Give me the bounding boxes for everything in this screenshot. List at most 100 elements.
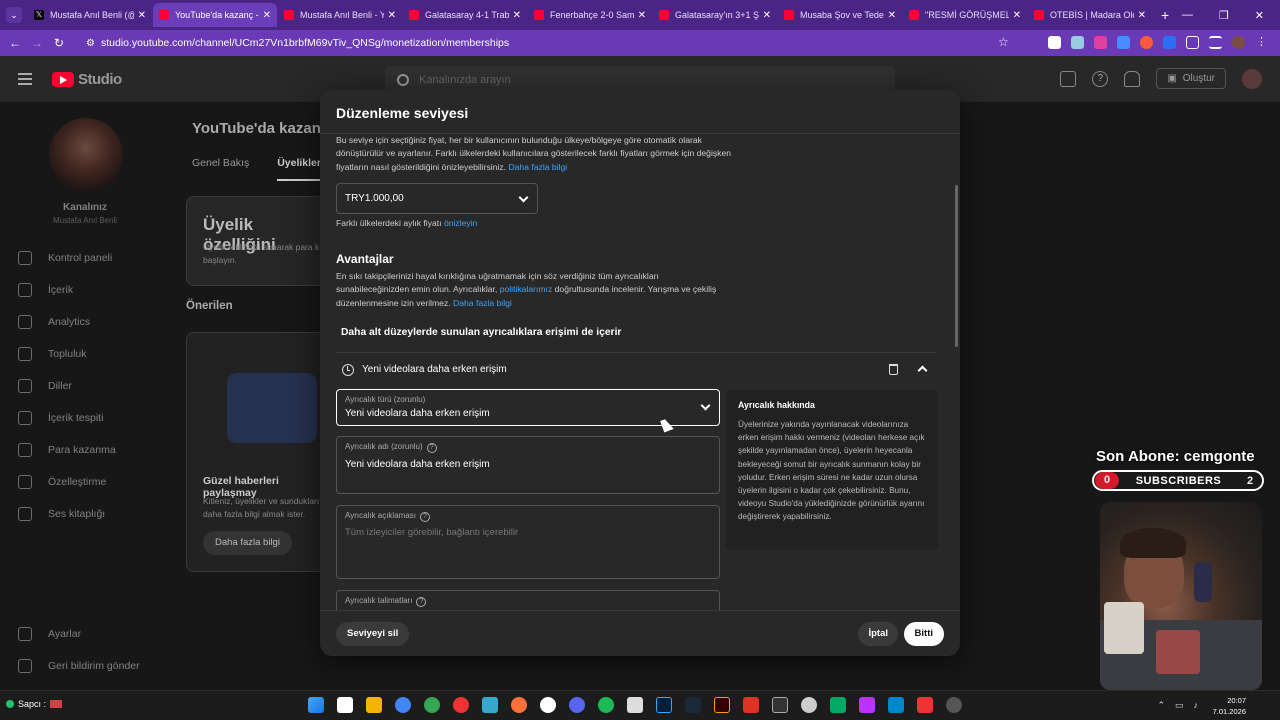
help-circle-icon[interactable]: ? (416, 597, 427, 607)
cancel-button[interactable]: İptal (858, 622, 898, 646)
sidebar-item[interactable]: Topluluk (0, 338, 170, 370)
trash-icon[interactable] (889, 364, 898, 375)
app-icon[interactable] (482, 697, 498, 713)
sidebar-item[interactable]: İçerik (0, 274, 170, 306)
extension-icon[interactable] (1048, 36, 1061, 49)
network-icon[interactable]: ▭ (1175, 700, 1184, 711)
comments-icon[interactable] (1060, 70, 1077, 87)
extension-icon[interactable] (1140, 36, 1153, 49)
perk-name-field[interactable]: Ayrıcalık adı (zorunlu)? Yeni videolara … (336, 436, 720, 494)
reload-button[interactable]: ↻ (48, 36, 70, 50)
app-icon[interactable] (830, 697, 846, 713)
done-button[interactable]: Bitti (903, 622, 944, 646)
sidebar-item[interactable]: Özelleştirme (0, 466, 170, 498)
tab-search-button[interactable]: ⌄ (6, 7, 22, 23)
app-icon[interactable] (859, 697, 875, 713)
restore-button[interactable]: ❐ (1219, 9, 1229, 22)
learn-more-link[interactable]: Daha fazla bilgi (508, 162, 567, 172)
create-button[interactable]: ▣ Oluştur (1156, 68, 1226, 89)
browser-tab[interactable]: Musaba Şov ve Teder ✕ (778, 3, 902, 27)
extension-icon[interactable] (1163, 36, 1176, 49)
volume-icon[interactable]: ♪ (1194, 700, 1199, 711)
task-view-icon[interactable] (337, 697, 353, 713)
forward-button[interactable]: → (26, 36, 48, 50)
obs-icon[interactable] (946, 697, 962, 713)
channel-avatar[interactable] (49, 118, 123, 192)
channel-search[interactable]: Kanalınızda arayın (385, 66, 895, 93)
extension-icon[interactable] (1094, 36, 1107, 49)
help-circle-icon[interactable]: ? (419, 512, 430, 522)
steam-icon[interactable] (685, 697, 701, 713)
delete-level-button[interactable]: Seviyeyi sil (336, 622, 410, 646)
address-bar[interactable]: ⚙ studio.youtube.com/channel/UCm27Vn1brb… (78, 33, 1018, 53)
close-window-button[interactable]: ✕ (1255, 9, 1264, 22)
browser-tab[interactable]: Galatasaray'ın 3+1 Şi ✕ (653, 3, 777, 27)
browser-tab[interactable]: "RESMİ GÖRÜŞMELER ✕ (903, 3, 1027, 27)
help-icon[interactable]: ? (1092, 70, 1109, 87)
dialog-scroll-area[interactable]: Bu seviye için seçtiğiniz fiyat, her bir… (320, 134, 960, 610)
close-tab-icon[interactable]: ✕ (638, 10, 646, 21)
back-button[interactable]: ← (4, 36, 26, 50)
yandex-icon[interactable] (540, 697, 556, 713)
site-info-icon[interactable]: ⚙ (86, 38, 95, 49)
perk-description-field[interactable]: Ayrıcalık açıklaması? Tüm izleyiciler gö… (336, 505, 720, 579)
browser-tab[interactable]: Galatasaray 4-1 Trabz ✕ (403, 3, 527, 27)
sidebar-item[interactable]: Diller (0, 370, 170, 402)
close-tab-icon[interactable]: ✕ (1013, 10, 1021, 21)
new-tab-button[interactable]: + (1161, 7, 1169, 23)
close-tab-icon[interactable]: ✕ (388, 10, 396, 21)
capcut-icon[interactable] (627, 697, 643, 713)
perk-header[interactable]: Yeni videolara daha erken erişim (336, 352, 936, 386)
close-tab-icon[interactable]: ✕ (888, 10, 896, 21)
app-icon[interactable] (772, 697, 788, 713)
start-icon[interactable] (308, 697, 324, 713)
discord-icon[interactable] (569, 697, 585, 713)
learn-more-button[interactable]: Daha fazla bilgi (203, 531, 292, 555)
browser-tab[interactable]: Mustafa Anıl Benli - Y ✕ (278, 3, 402, 27)
extension-icon[interactable] (1071, 36, 1084, 49)
reading-list-icon[interactable] (1209, 36, 1222, 49)
help-circle-icon[interactable]: ? (426, 443, 437, 453)
illustrator-icon[interactable] (714, 697, 730, 713)
app-icon[interactable] (888, 697, 904, 713)
firefox-icon[interactable] (511, 697, 527, 713)
chevron-up-icon[interactable] (917, 365, 928, 376)
browser-tab[interactable]: 𝕏 Mustafa Anıl Benli (@ ✕ (28, 3, 152, 27)
file-explorer-icon[interactable] (366, 697, 382, 713)
sidebar-item[interactable]: İçerik tespiti (0, 402, 170, 434)
account-avatar[interactable] (1242, 68, 1262, 89)
sidebar-item[interactable]: Analytics (0, 306, 170, 338)
weather-widget[interactable]: Sapcı : (6, 699, 63, 709)
chrome-icon[interactable] (424, 697, 440, 713)
sidebar-item[interactable]: Ses kitaplığı (0, 498, 170, 530)
close-tab-icon[interactable]: ✕ (513, 10, 521, 21)
sidebar-item[interactable]: Geri bildirim gönder (0, 650, 170, 682)
app-icon[interactable] (917, 697, 933, 713)
minimize-button[interactable]: — (1182, 9, 1193, 21)
browser-tab[interactable]: Fenerbahçe 2-0 Sams ✕ (528, 3, 652, 27)
close-tab-icon[interactable]: ✕ (138, 10, 146, 21)
sidebar-item[interactable]: Kontrol paneli (0, 242, 170, 274)
close-tab-icon[interactable]: ✕ (263, 10, 271, 21)
learn-more-link[interactable]: Daha fazla bilgi (453, 298, 512, 308)
spotify-icon[interactable] (598, 697, 614, 713)
browser-tab[interactable]: OTEBİS | Madara Old ✕ (1028, 3, 1152, 27)
settings-icon[interactable] (801, 697, 817, 713)
extension-icon[interactable] (1117, 36, 1130, 49)
perk-instructions-field[interactable]: Ayrıcalık talimatları? (336, 590, 720, 610)
chrome-icon[interactable] (395, 697, 411, 713)
tab-overview[interactable]: Genel Bakış (192, 157, 249, 181)
acrobat-icon[interactable] (743, 697, 759, 713)
close-tab-icon[interactable]: ✕ (1138, 10, 1146, 21)
photoshop-icon[interactable] (656, 697, 672, 713)
sidebar-item[interactable]: Ayarlar (0, 618, 170, 650)
tray-overflow-icon[interactable]: ⌃ (1157, 700, 1165, 711)
menu-icon[interactable] (18, 73, 32, 85)
browser-tab[interactable]: YouTube'da kazanç - ✕ (153, 3, 277, 27)
notifications-bell-icon[interactable] (1124, 70, 1141, 87)
extensions-puzzle-icon[interactable] (1186, 36, 1199, 49)
sidebar-item[interactable]: Para kazanma (0, 434, 170, 466)
tab-memberships[interactable]: Üyelikler (277, 157, 321, 181)
preview-link[interactable]: önizleyin (444, 218, 477, 228)
profile-avatar[interactable] (1232, 36, 1245, 49)
